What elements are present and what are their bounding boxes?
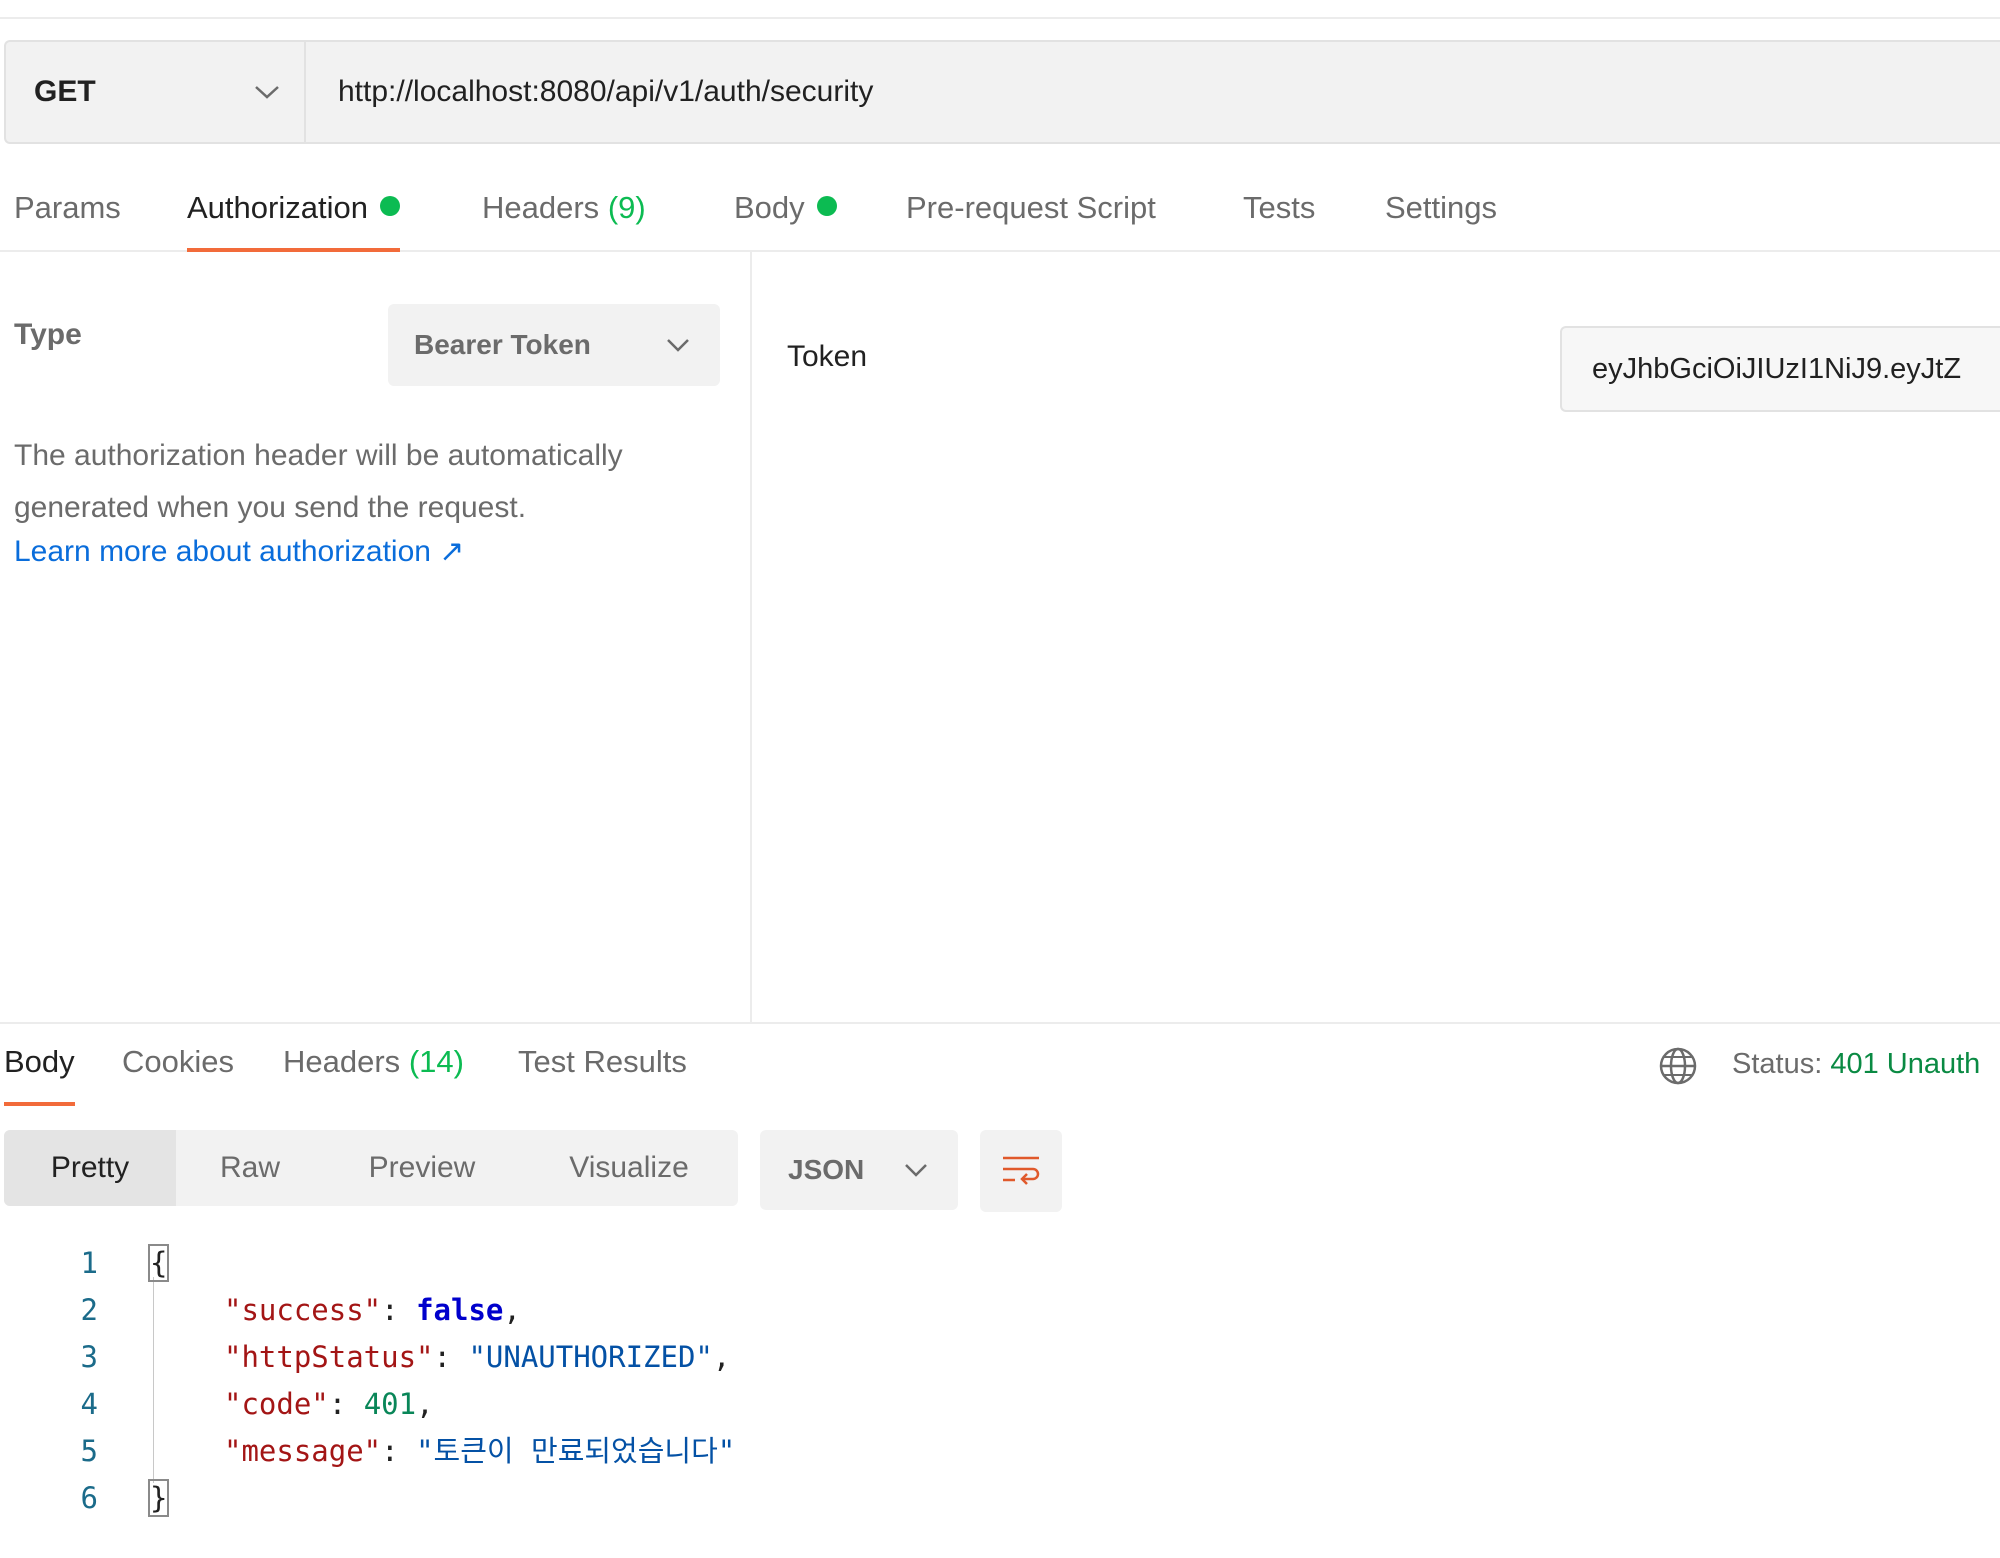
json-key: "code": [224, 1387, 329, 1421]
response-body-code[interactable]: 1 { 2 "success": false, 3 "httpStatus": …: [0, 1240, 2000, 1522]
code-line: 4 "code": 401,: [0, 1381, 2000, 1428]
line-number: 1: [80, 1246, 98, 1280]
view-raw-button[interactable]: Raw: [176, 1130, 324, 1206]
json-key: "httpStatus": [224, 1340, 434, 1374]
code-line: 1 {: [0, 1240, 2000, 1287]
view-preview-button[interactable]: Preview: [324, 1130, 520, 1206]
format-label: JSON: [788, 1154, 865, 1185]
request-tabs: Params Authorization Headers (9) Body Pr…: [0, 160, 2000, 252]
code-line: 5 "message": "토큰이 만료되었습니다": [0, 1428, 2000, 1475]
line-number: 4: [80, 1387, 98, 1421]
tab-body[interactable]: Body: [734, 190, 837, 252]
tab-label: Test Results: [518, 1044, 687, 1079]
status-label: Status:: [1732, 1048, 1823, 1080]
json-value: "UNAUTHORIZED": [468, 1340, 713, 1374]
wrap-lines-icon: [1003, 1156, 1040, 1185]
line-number: 3: [80, 1340, 98, 1374]
tab-label: Tests: [1243, 190, 1316, 225]
learn-more-link[interactable]: Learn more about authorization ↗: [14, 534, 464, 569]
view-pretty-button[interactable]: Pretty: [4, 1130, 176, 1206]
code-line: 6 }: [0, 1475, 2000, 1522]
tab-label: Headers: [482, 190, 600, 225]
token-input[interactable]: eyJhbGciOiJIUzI1NiJ9.eyJtZ: [1560, 326, 2000, 412]
tab-settings[interactable]: Settings: [1385, 190, 1497, 252]
chevron-down-icon: [905, 1164, 927, 1177]
response-tab-test-results[interactable]: Test Results: [518, 1044, 687, 1106]
tab-label: Body: [734, 190, 805, 225]
response-status: Status: 401 Unauth: [1732, 1048, 1980, 1081]
globe-icon[interactable]: [1658, 1046, 1698, 1086]
type-label: Type: [14, 318, 82, 351]
tab-tests[interactable]: Tests: [1243, 190, 1315, 252]
modified-dot-icon: [379, 196, 400, 216]
code-text: {: [147, 1240, 170, 1287]
json-value: 401: [363, 1387, 417, 1421]
open-brace: {: [147, 1244, 170, 1282]
tab-pre-request-script[interactable]: Pre-request Script: [906, 190, 1156, 252]
tab-label: Headers: [283, 1044, 401, 1079]
code-text: "code": 401,: [224, 1387, 434, 1421]
auth-type-panel: Type Bearer Token The authorization head…: [0, 252, 752, 1022]
code-text: "success": false,: [224, 1293, 521, 1327]
chevron-down-icon: [255, 86, 279, 99]
tab-label: Cookies: [122, 1044, 234, 1079]
tab-label: Body: [4, 1044, 75, 1079]
auth-description-line: generated when you send the request.: [14, 491, 527, 524]
response-headers-count: (14): [408, 1044, 464, 1079]
method-label: GET: [34, 75, 96, 108]
modified-dot-icon: [816, 196, 837, 216]
chevron-down-icon: [667, 339, 689, 352]
code-text: }: [147, 1475, 170, 1522]
top-divider: [0, 17, 2000, 19]
auth-type-select[interactable]: Bearer Token: [388, 304, 720, 386]
tab-headers[interactable]: Headers (9): [482, 190, 646, 252]
status-value: 401 Unauth: [1830, 1048, 1981, 1080]
response-tab-headers[interactable]: Headers (14): [283, 1044, 464, 1106]
view-visualize-button[interactable]: Visualize: [520, 1130, 738, 1206]
code-text: "httpStatus": "UNAUTHORIZED",: [224, 1340, 731, 1374]
close-brace: }: [147, 1479, 170, 1517]
tab-label: Settings: [1385, 190, 1498, 225]
request-bar: GET http://localhost:8080/api/v1/auth/se…: [4, 40, 2000, 144]
auth-description: The authorization header will be automat…: [14, 430, 714, 534]
line-number: 2: [80, 1293, 98, 1327]
tab-label: Authorization: [187, 190, 368, 225]
tab-label: Params: [14, 190, 121, 225]
view-mode-group: Pretty Raw Preview Visualize: [4, 1130, 738, 1206]
auth-description-line: The authorization header will be automat…: [14, 439, 623, 472]
json-key: "success": [224, 1293, 382, 1327]
line-number: 5: [80, 1434, 98, 1468]
code-line: 3 "httpStatus": "UNAUTHORIZED",: [0, 1334, 2000, 1381]
token-panel: Token eyJhbGciOiJIUzI1NiJ9.eyJtZ: [754, 252, 2000, 1022]
token-label: Token: [787, 340, 868, 373]
code-line: 2 "success": false,: [0, 1287, 2000, 1334]
format-select[interactable]: JSON: [760, 1130, 958, 1210]
code-text: "message": "토큰이 만료되었습니다": [224, 1434, 736, 1468]
tab-authorization[interactable]: Authorization: [187, 190, 400, 252]
json-key: "message": [224, 1434, 382, 1468]
line-number: 6: [80, 1481, 98, 1515]
json-value: false: [416, 1293, 504, 1327]
auth-type-value: Bearer Token: [414, 329, 591, 360]
response-tab-body[interactable]: Body: [4, 1044, 75, 1106]
json-value: "토큰이 만료되었습니다": [416, 1434, 736, 1468]
wrap-lines-button[interactable]: [980, 1130, 1062, 1212]
url-input[interactable]: http://localhost:8080/api/v1/auth/securi…: [306, 42, 2000, 142]
headers-count: (9): [607, 190, 646, 225]
method-select[interactable]: GET: [6, 42, 306, 142]
response-divider: [0, 1022, 2000, 1024]
tab-label: Pre-request Script: [906, 190, 1156, 225]
tab-params[interactable]: Params: [14, 190, 121, 252]
response-tab-cookies[interactable]: Cookies: [122, 1044, 234, 1106]
